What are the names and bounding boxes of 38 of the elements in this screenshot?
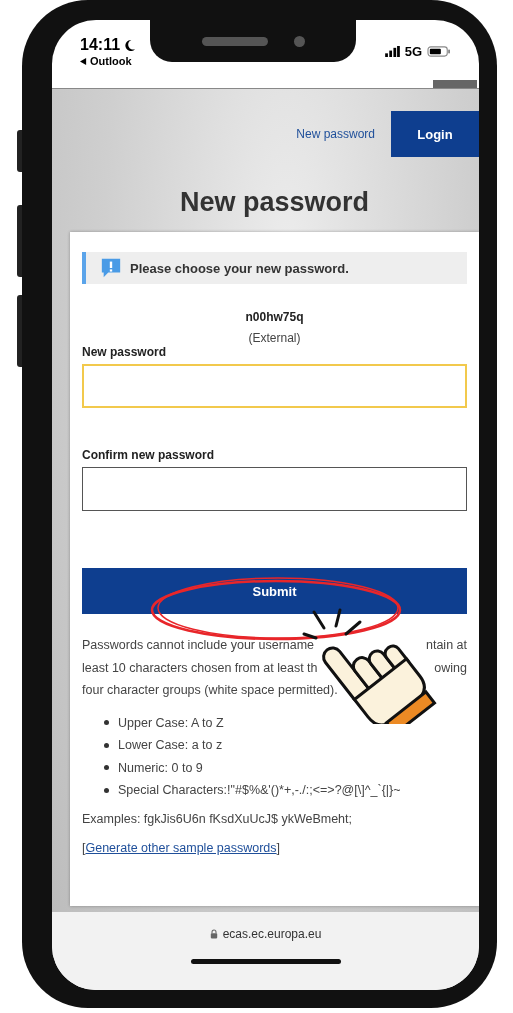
message-alert-icon <box>100 257 122 279</box>
status-time: 14:11 <box>80 36 121 54</box>
url-text: ecas.ec.europa.eu <box>222 927 322 941</box>
rule-item: Lower Case: a to z <box>118 737 223 754</box>
page-title: New password <box>178 187 371 218</box>
back-arrow-icon[interactable] <box>80 57 87 65</box>
bracket-text: ] <box>276 840 281 855</box>
moon-icon <box>123 38 137 52</box>
generate-passwords-link[interactable]: Generate other sample passwords <box>85 840 277 855</box>
alert-message: Please choose your new password. <box>130 260 349 276</box>
rules-text: owing <box>434 659 467 677</box>
rules-text: ntain at <box>426 637 467 654</box>
rule-item: Special Characters:!"#$%&'()*+,-./:;<=>?@[\]^_`{|}~ <box>118 782 401 799</box>
password-field[interactable] <box>82 467 467 511</box>
field-label: Confirm new password <box>82 448 216 462</box>
back-app-label[interactable]: Outlook <box>90 55 132 67</box>
new-password-link[interactable]: New password <box>296 127 375 141</box>
lock-icon <box>209 929 218 939</box>
bracket-text: [ <box>82 840 86 855</box>
rule-item: Numeric: 0 to 9 <box>118 759 203 777</box>
username: n00hw75q <box>244 310 305 324</box>
bullet-icon <box>104 742 109 748</box>
submit-button[interactable]: Submit <box>82 568 467 614</box>
rules-text: least 10 characters chosen from at least th <box>82 659 318 677</box>
battery-icon <box>427 45 451 57</box>
rules-text: four character groups (white space permitted). <box>82 682 338 699</box>
signal-icon <box>384 45 400 57</box>
examples-text: Examples: fgkJis6U6n fKsdXuUcJ$ ykWeBmeht; <box>82 811 353 826</box>
rule-item: Upper Case: A to Z <box>118 714 224 732</box>
login-button[interactable]: Login <box>391 111 479 157</box>
page-edge-bar <box>433 80 477 88</box>
bullet-icon <box>104 720 109 726</box>
bullet-icon <box>104 765 109 771</box>
bullet-icon <box>104 787 109 793</box>
user-type: (External) <box>247 331 302 345</box>
network-label: 5G <box>404 43 422 59</box>
rules-text: Passwords cannot include your username <box>82 637 315 654</box>
field-label: New password <box>82 345 168 359</box>
